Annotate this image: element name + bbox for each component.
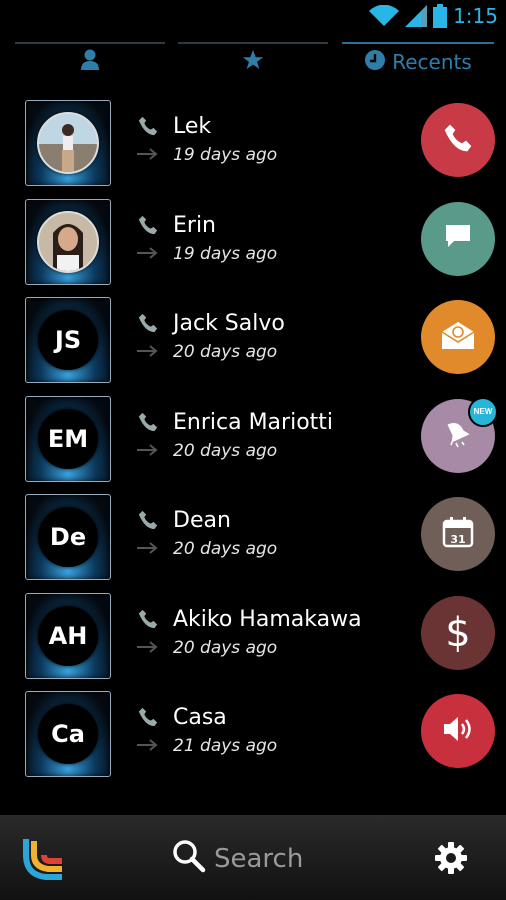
call-time: 20 days ago	[173, 637, 278, 658]
signal-icon	[405, 5, 428, 27]
speaker-icon	[442, 715, 474, 748]
status-time: 1:15	[453, 4, 498, 28]
outgoing-arrow-icon	[137, 738, 159, 756]
avatar-frame[interactable]: De	[25, 494, 111, 580]
phone-icon	[442, 122, 474, 159]
call-type-icon	[137, 411, 159, 438]
avatar-photo	[37, 112, 99, 174]
call-time: 20 days ago	[173, 342, 278, 362]
contact-name: Erin	[173, 212, 217, 238]
call-row[interactable]: JS Jack Salvo 20 days ago	[0, 294, 506, 393]
outgoing-arrow-icon	[137, 443, 159, 461]
new-badge: NEW	[468, 396, 498, 427]
avatar-initials: EM	[38, 408, 98, 469]
call-time: 19 days ago	[173, 243, 278, 264]
call-type-icon	[137, 214, 159, 241]
contact-name: Jack Salvo	[173, 311, 285, 336]
call-row[interactable]: AH Akiko Hamakawa 20 days ago $	[0, 590, 506, 689]
app-logo-icon[interactable]	[22, 835, 68, 886]
avatar-frame[interactable]: EM	[25, 395, 111, 482]
contact-name: Akiko Hamakawa	[173, 606, 362, 632]
notification-icon	[442, 417, 474, 454]
gear-icon[interactable]	[434, 841, 468, 880]
chat-icon	[444, 223, 472, 254]
tab-favorites[interactable]	[178, 36, 328, 88]
outgoing-arrow-icon	[137, 640, 159, 658]
call-row[interactable]: De Dean 20 days ago 31	[0, 491, 506, 590]
avatar-frame[interactable]: AH	[25, 592, 111, 679]
wifi-icon	[369, 5, 400, 27]
tab-indicator	[178, 42, 328, 44]
message-button[interactable]	[421, 201, 495, 276]
outgoing-arrow-icon	[137, 541, 159, 559]
call-time: 19 days ago	[173, 145, 278, 165]
calendar-icon: 31	[442, 516, 474, 553]
call-time: 20 days ago	[173, 440, 278, 461]
bottom-bar: Search	[0, 815, 506, 900]
call-row[interactable]: Ca Casa 21 days ago	[0, 688, 506, 787]
call-row[interactable]: Erin 19 days ago	[0, 196, 506, 295]
search-label: Search	[214, 843, 304, 874]
email-icon	[441, 320, 475, 355]
payment-button[interactable]: $	[421, 595, 495, 670]
call-row[interactable]: EM Enrica Mariotti 20 days ago NEW	[0, 393, 506, 492]
outgoing-arrow-icon	[137, 344, 159, 362]
avatar-frame[interactable]: JS	[25, 297, 111, 383]
avatar-photo	[37, 210, 99, 273]
contact-name: Lek	[173, 114, 212, 139]
contact-name: Casa	[173, 705, 227, 730]
dollar-icon: $	[445, 609, 471, 656]
call-type-icon	[137, 115, 159, 142]
speaker-button[interactable]	[421, 694, 495, 768]
avatar-initials: JS	[38, 310, 98, 370]
search-button[interactable]: Search	[172, 839, 303, 878]
avatar-frame[interactable]	[25, 100, 111, 186]
tab-recents[interactable]: Recents	[342, 36, 494, 88]
tab-bar: Recents	[0, 36, 506, 88]
battery-icon	[433, 4, 448, 28]
call-type-icon	[137, 509, 159, 536]
call-button[interactable]	[421, 103, 495, 177]
notification-button[interactable]: NEW	[421, 396, 498, 473]
call-time: 20 days ago	[173, 539, 278, 559]
tab-contacts[interactable]	[15, 36, 165, 88]
contact-name: Enrica Mariotti	[173, 409, 334, 435]
person-icon	[80, 49, 100, 76]
avatar-frame[interactable]	[25, 198, 111, 285]
outgoing-arrow-icon	[137, 147, 159, 165]
avatar-initials: AH	[38, 605, 98, 666]
call-type-icon	[137, 312, 159, 339]
calendar-button[interactable]: 31	[421, 497, 495, 571]
call-row[interactable]: Lek 19 days ago	[0, 97, 506, 196]
call-type-icon	[137, 608, 159, 635]
avatar-initials: Ca	[38, 704, 98, 764]
calendar-day: 31	[450, 533, 465, 546]
avatar-initials: De	[38, 507, 98, 567]
tab-indicator	[342, 42, 494, 44]
tab-indicator	[15, 42, 165, 44]
star-icon	[242, 49, 264, 76]
recent-calls-list: Lek 19 days ago Erin 19 days ago JS Jack…	[0, 97, 506, 787]
call-type-icon	[137, 706, 159, 733]
clock-icon	[364, 49, 386, 76]
status-bar: 1:15	[0, 0, 506, 36]
outgoing-arrow-icon	[137, 246, 159, 264]
email-button[interactable]	[421, 300, 495, 374]
tab-recents-label: Recents	[392, 50, 472, 74]
call-time: 21 days ago	[173, 736, 278, 756]
search-icon	[172, 839, 206, 878]
contact-name: Dean	[173, 508, 231, 533]
avatar-frame[interactable]: Ca	[25, 691, 111, 777]
